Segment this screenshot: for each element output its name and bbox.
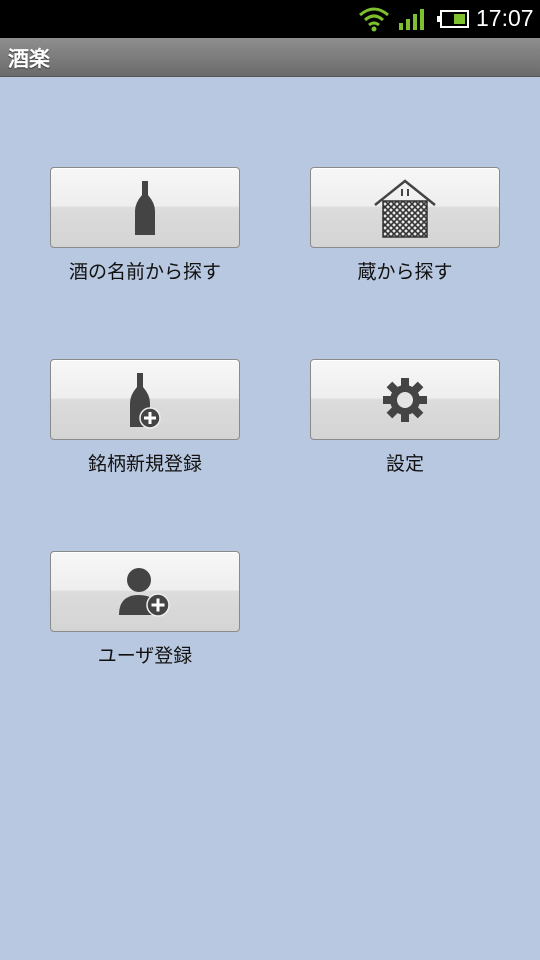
register-brand-tile: 銘柄新規登録 bbox=[50, 359, 240, 475]
sake-search-label: 酒の名前から探す bbox=[68, 261, 221, 283]
gear-icon bbox=[383, 377, 427, 422]
bottle-icon bbox=[135, 180, 155, 235]
register-user-tile: ユーザ登録 bbox=[50, 551, 240, 667]
brewery-search-label: 蔵から探す bbox=[357, 261, 453, 283]
brewery-icon bbox=[374, 178, 436, 238]
battery-icon bbox=[437, 10, 469, 28]
app-title: 酒楽 bbox=[8, 47, 50, 71]
sake-search-tile: 酒の名前から探す bbox=[50, 167, 240, 283]
status-bar: 17:07 bbox=[0, 0, 540, 38]
register-user-button[interactable] bbox=[50, 551, 240, 632]
sake-search-button[interactable] bbox=[50, 167, 240, 248]
brewery-search-tile: 蔵から探す bbox=[310, 167, 500, 283]
signal-icon bbox=[399, 9, 424, 30]
clock: 17:07 bbox=[476, 5, 534, 31]
register-user-label: ユーザ登録 bbox=[97, 645, 193, 667]
settings-button[interactable] bbox=[310, 359, 500, 440]
settings-tile: 設定 bbox=[310, 359, 500, 475]
settings-label: 設定 bbox=[385, 453, 424, 475]
user-add-icon bbox=[119, 567, 170, 617]
brewery-search-button[interactable] bbox=[310, 167, 500, 248]
wifi-icon bbox=[359, 7, 389, 32]
title-bar: 酒楽 bbox=[0, 38, 540, 77]
register-brand-label: 銘柄新規登録 bbox=[87, 453, 202, 475]
register-brand-button[interactable] bbox=[50, 359, 240, 440]
bottle-add-icon bbox=[130, 372, 161, 429]
